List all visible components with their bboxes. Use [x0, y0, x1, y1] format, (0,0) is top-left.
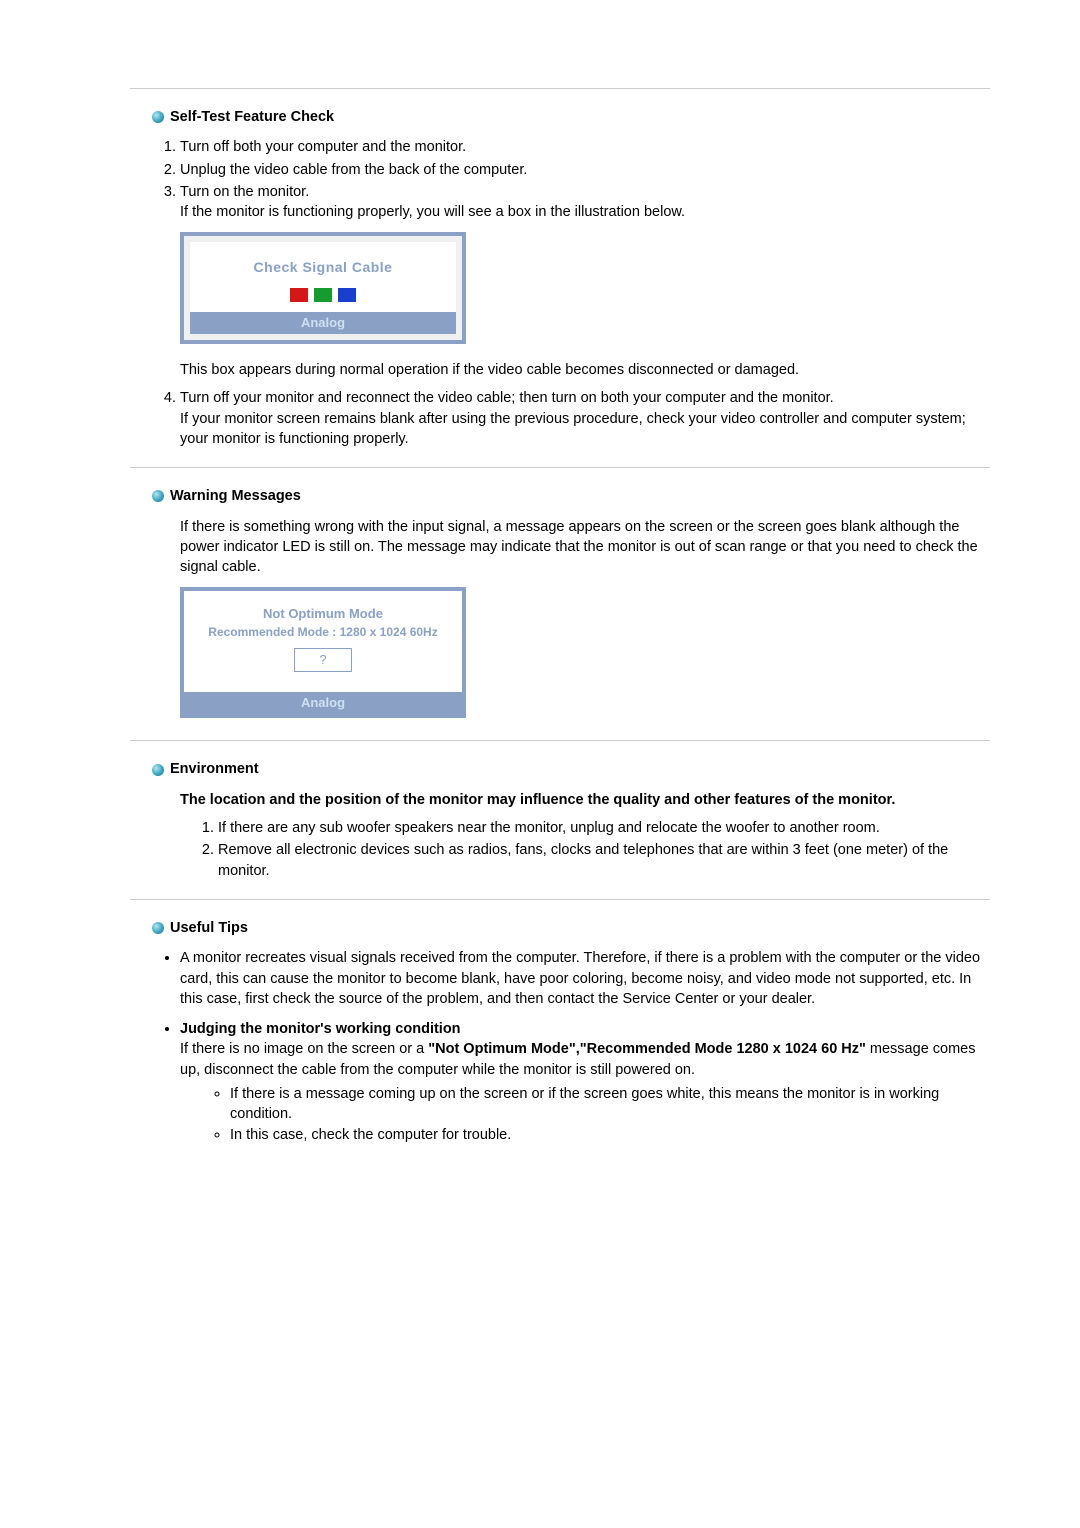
divider	[130, 740, 990, 741]
step-item: Turn on the monitor. If the monitor is f…	[180, 182, 990, 380]
blue-square-icon	[338, 288, 356, 302]
question-box: ?	[294, 648, 352, 672]
signal-text: Check Signal Cable	[190, 258, 456, 278]
environment-list: If there are any sub woofer speakers nea…	[180, 818, 990, 881]
orb-icon	[152, 111, 164, 123]
env-item: If there are any sub woofer speakers nea…	[218, 818, 990, 838]
green-square-icon	[314, 288, 332, 302]
environment-heading: Environment	[130, 759, 990, 779]
warning-heading: Warning Messages	[130, 486, 990, 506]
heading-text: Warning Messages	[170, 486, 301, 506]
orb-icon	[152, 922, 164, 934]
useful-tips-heading: Useful Tips	[130, 918, 990, 938]
check-signal-illustration: Check Signal Cable Analog	[180, 232, 466, 344]
heading-text: Environment	[170, 759, 259, 779]
document-page: Self-Test Feature Check Turn off both yo…	[50, 0, 1030, 1195]
tip-subitem: In this case, check the computer for tro…	[230, 1125, 990, 1145]
warning-paragraph: If there is something wrong with the inp…	[180, 517, 990, 578]
tip-subhead: Judging the monitor's working condition	[180, 1021, 461, 1037]
divider	[130, 899, 990, 900]
environment-intro: The location and the position of the mon…	[180, 790, 990, 810]
divider	[130, 467, 990, 468]
tips-list: A monitor recreates visual signals recei…	[158, 948, 990, 1145]
orb-icon	[152, 764, 164, 776]
tip-subitem: If there is a message coming up on the s…	[230, 1084, 990, 1125]
heading-text: Self-Test Feature Check	[170, 107, 334, 127]
step-item: Turn off both your computer and the moni…	[180, 137, 990, 157]
rgb-squares	[190, 288, 456, 302]
not-optimum-line2: Recommended Mode : 1280 x 1024 60Hz	[190, 624, 456, 641]
step-item: Turn off your monitor and reconnect the …	[180, 388, 990, 449]
tip-item: Judging the monitor's working condition …	[180, 1019, 990, 1145]
analog-label: Analog	[190, 312, 456, 334]
warning-body: If there is something wrong with the inp…	[180, 517, 990, 719]
tip-sublist: If there is a message coming up on the s…	[210, 1084, 990, 1145]
red-square-icon	[290, 288, 308, 302]
tip-item: A monitor recreates visual signals recei…	[180, 948, 990, 1009]
analog-label: Analog	[184, 692, 462, 714]
not-optimum-illustration: Not Optimum Mode Recommended Mode : 1280…	[180, 587, 466, 718]
environment-body: The location and the position of the mon…	[180, 790, 990, 881]
not-optimum-line1: Not Optimum Mode	[190, 605, 456, 623]
env-item: Remove all electronic devices such as ra…	[218, 840, 990, 881]
orb-icon	[152, 490, 164, 502]
heading-text: Useful Tips	[170, 918, 248, 938]
divider	[130, 88, 990, 89]
self-test-heading: Self-Test Feature Check	[130, 107, 990, 127]
step-item: Unplug the video cable from the back of …	[180, 160, 990, 180]
step-note: This box appears during normal operation…	[180, 360, 990, 380]
self-test-steps: Turn off both your computer and the moni…	[130, 137, 990, 449]
